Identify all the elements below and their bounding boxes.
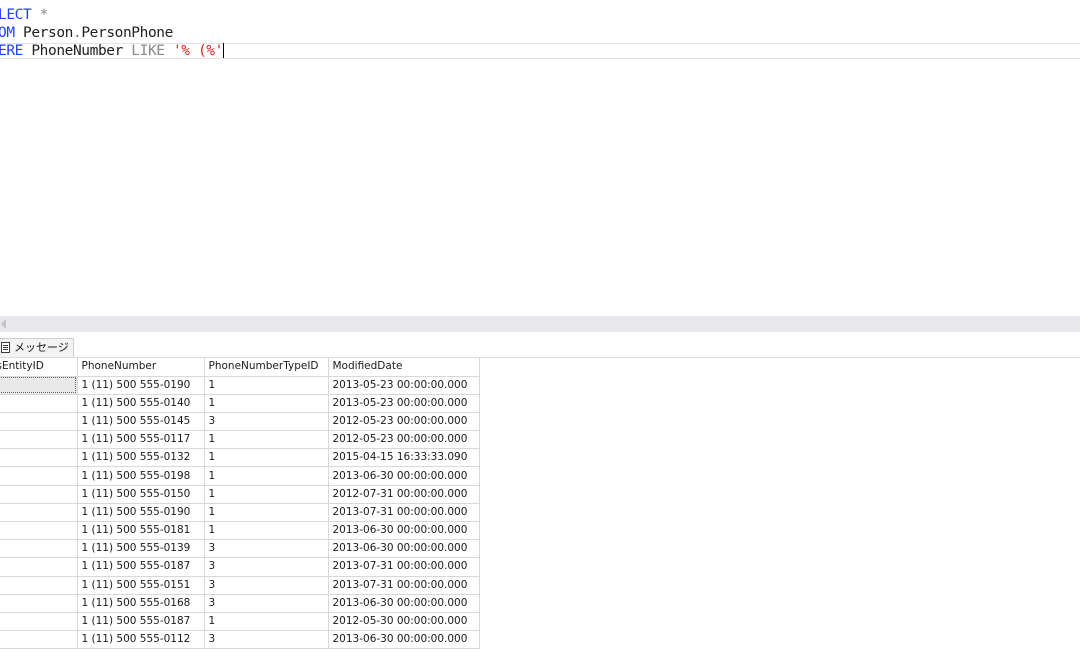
column-header-phonenumber[interactable]: PhoneNumber [77,358,205,377]
code-token: ERE [0,43,23,59]
cell-phonenumber[interactable]: 1 (11) 500 555-0187 [77,557,205,577]
cell-phonenumber[interactable]: 1 (11) 500 555-0190 [77,376,205,395]
table-row[interactable]: 1 (11) 500 555-0140 1 2013-05-23 00:00:00.… [0,394,480,413]
cell-businessentityid[interactable] [0,521,78,541]
cell-phonenumber[interactable]: 1 (11) 500 555-0145 [77,412,205,432]
results-grid[interactable]: inessEntityID PhoneNumber PhoneNumberTyp… [0,358,480,649]
cell-businessentityid[interactable] [0,448,78,468]
cell-phonenumbertypeid[interactable]: 3 [204,539,329,559]
column-header-modifieddate[interactable]: ModifiedDate [328,358,480,377]
cell-phonenumbertypeid[interactable]: 3 [204,557,329,577]
sql-editor[interactable]: LECT * OM Person.PersonPhone ERE PhoneNu… [0,0,1080,316]
cell-modifieddate[interactable]: 2013-06-30 00:00:00.000 [328,521,480,541]
cell-phonenumber[interactable]: 1 (11) 500 555-0190 [77,503,205,523]
column-header-businessentityid[interactable]: inessEntityID [0,358,78,377]
code-token: OM [0,25,15,41]
table-row[interactable]: 1 (11) 500 555-0168 3 2013-06-30 00:00:00.… [0,594,480,613]
cell-phonenumbertypeid[interactable]: 1 [204,521,329,541]
code-line-3[interactable]: ERE PhoneNumber LIKE '% (%' [0,42,224,60]
horizontal-scrollbar[interactable] [0,316,1080,332]
cell-modifieddate[interactable]: 2013-06-30 00:00:00.000 [328,466,480,486]
cell-businessentityid[interactable] [0,466,78,486]
cell-modifieddate[interactable]: 2012-07-31 00:00:00.000 [328,485,480,504]
cell-businessentityid[interactable] [0,612,78,632]
cell-phonenumbertypeid[interactable]: 1 [204,376,329,395]
results-tab-strip: メッセージ [0,332,1080,358]
table-row[interactable]: 1 (11) 500 555-0181 1 2013-06-30 00:00:00.… [0,521,480,541]
cell-modifieddate[interactable]: 2012-05-23 00:00:00.000 [328,412,480,432]
code-token: PersonPhone [81,25,173,41]
cell-businessentityid[interactable] [0,412,78,432]
messages-icon [1,342,10,353]
cell-phonenumbertypeid[interactable]: 3 [204,594,329,613]
scroll-left-arrow-icon[interactable] [1,319,6,329]
cell-modifieddate[interactable]: 2012-05-30 00:00:00.000 [328,612,480,632]
cell-modifieddate[interactable]: 2013-07-31 00:00:00.000 [328,557,480,577]
table-row[interactable]: 1 (11) 500 555-0132 1 2015-04-15 16:33:33.… [0,448,480,468]
tab-messages[interactable]: メッセージ [0,338,74,357]
cell-businessentityid[interactable] [0,503,78,523]
cell-businessentityid[interactable] [0,394,78,413]
code-token: Person [14,25,73,41]
cell-modifieddate[interactable]: 2013-07-31 00:00:00.000 [328,503,480,523]
cell-phonenumber[interactable]: 1 (11) 500 555-0140 [77,394,205,413]
cell-phonenumber[interactable]: 1 (11) 500 555-0117 [77,430,205,450]
code-line-1[interactable]: LECT * [0,6,48,24]
cell-phonenumbertypeid[interactable]: 3 [204,576,329,595]
table-row[interactable]: 1 (11) 500 555-0139 3 2013-06-30 00:00:00.… [0,539,480,559]
code-token: '% (%' [164,43,223,59]
code-line-2[interactable]: OM Person.PersonPhone [0,24,173,42]
table-row[interactable]: 1 (11) 500 555-0198 1 2013-06-30 00:00:00.… [0,466,480,486]
results-header-row: inessEntityID PhoneNumber PhoneNumberTyp… [0,358,480,377]
code-token: LIKE [131,43,165,59]
cell-businessentityid[interactable] [0,376,78,395]
cell-phonenumbertypeid[interactable]: 1 [204,448,329,468]
cell-phonenumbertypeid[interactable]: 1 [204,485,329,504]
cell-phonenumbertypeid[interactable]: 1 [204,612,329,632]
cell-phonenumbertypeid[interactable]: 1 [204,503,329,523]
cell-phonenumber[interactable]: 1 (11) 500 555-0198 [77,466,205,486]
cell-phonenumbertypeid[interactable]: 1 [204,394,329,413]
cell-businessentityid[interactable] [0,539,78,559]
cell-phonenumber[interactable]: 1 (11) 500 555-0151 [77,576,205,595]
table-row[interactable]: 1 (11) 500 555-0145 3 2012-05-23 00:00:00.… [0,412,480,432]
cell-phonenumbertypeid[interactable]: 1 [204,430,329,450]
tab-messages-label: メッセージ [14,341,69,354]
code-token: * [31,7,49,23]
table-row[interactable]: 1 (11) 500 555-0151 3 2013-07-31 00:00:00.… [0,576,480,595]
cell-phonenumber[interactable]: 1 (11) 500 555-0150 [77,485,205,504]
cell-businessentityid[interactable] [0,485,78,504]
cell-businessentityid[interactable] [0,557,78,577]
column-header-phonenumbertypeid[interactable]: PhoneNumberTypeID [204,358,329,377]
cell-phonenumber[interactable]: 1 (11) 500 555-0187 [77,612,205,632]
cell-businessentityid[interactable] [0,430,78,450]
cell-phonenumber[interactable]: 1 (11) 500 555-0168 [77,594,205,613]
table-row[interactable]: 1 (11) 500 555-0117 1 2012-05-23 00:00:00.… [0,430,480,450]
cell-modifieddate[interactable]: 2012-05-23 00:00:00.000 [328,430,480,450]
cell-businessentityid[interactable] [0,594,78,613]
cell-modifieddate[interactable]: 2013-05-23 00:00:00.000 [328,394,480,413]
cell-modifieddate[interactable]: 2013-06-30 00:00:00.000 [328,539,480,559]
cell-modifieddate[interactable]: 2013-05-23 00:00:00.000 [328,376,480,395]
text-caret [222,43,224,58]
table-row[interactable]: 1 (11) 500 555-0150 1 2012-07-31 00:00:00.… [0,485,480,504]
table-row[interactable]: 1 (11) 500 555-0187 3 2013-07-31 00:00:00.… [0,557,480,577]
cell-phonenumbertypeid[interactable]: 3 [204,412,329,432]
cell-businessentityid[interactable] [0,576,78,595]
table-row[interactable]: 1 (11) 500 555-0190 1 2013-05-23 00:00:00.… [0,376,480,395]
code-token: LECT [0,7,32,23]
cell-modifieddate[interactable]: 2013-06-30 00:00:00.000 [328,594,480,613]
cell-phonenumber[interactable]: 1 (11) 500 555-0181 [77,521,205,541]
cell-modifieddate[interactable]: 2013-07-31 00:00:00.000 [328,576,480,595]
code-token: PhoneNumber [23,43,132,59]
cell-phonenumber[interactable]: 1 (11) 500 555-0132 [77,448,205,468]
table-row[interactable]: 1 (11) 500 555-0190 1 2013-07-31 00:00:00.… [0,503,480,523]
table-row[interactable]: 1 (11) 500 555-0187 1 2012-05-30 00:00:00.… [0,612,480,632]
cell-phonenumbertypeid[interactable]: 1 [204,466,329,486]
cell-modifieddate[interactable]: 2015-04-15 16:33:33.090 [328,448,480,468]
cell-phonenumber[interactable]: 1 (11) 500 555-0139 [77,539,205,559]
